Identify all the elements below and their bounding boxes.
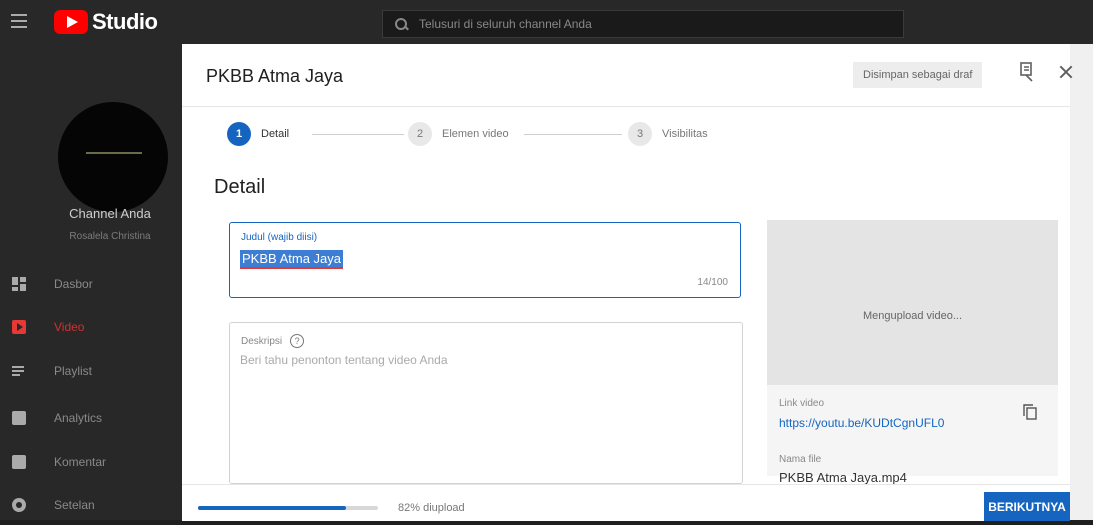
description-field-label: Deskripsi ?: [241, 334, 305, 348]
sidebar-item-label: Playlist: [54, 364, 93, 378]
draft-status-badge: Disimpan sebagai draf: [853, 62, 983, 88]
close-icon[interactable]: [1056, 62, 1076, 82]
description-input[interactable]: Beri tahu penonton tentang video Anda: [240, 353, 448, 367]
background-content: [1070, 44, 1093, 520]
sidebar-item-label: Dasbor: [54, 277, 93, 291]
next-button[interactable]: BERIKUTNYA: [984, 492, 1070, 521]
upload-status: Mengupload video...: [862, 310, 963, 322]
sidebar-item-dasbor[interactable]: Dasbor: [0, 264, 182, 304]
title-field-label: Judul (wajib diisi): [241, 232, 318, 243]
step-connector: [312, 134, 404, 135]
step-visibilitas[interactable]: 3 Visibilitas: [628, 122, 708, 146]
title-field[interactable]: Judul (wajib diisi) PKBB Atma Jaya 14/10…: [229, 222, 741, 298]
sidebar-item-label: Analytics: [54, 411, 103, 425]
sidebar-item-analytics[interactable]: Analytics: [0, 398, 182, 438]
menu-icon[interactable]: [11, 14, 27, 28]
sidebar-item-setelan[interactable]: Setelan: [0, 485, 182, 525]
dialog-title: PKBB Atma Jaya: [206, 66, 344, 86]
step-number: 1: [227, 122, 251, 146]
dialog-footer: 82% diupload BERIKUTNYA: [182, 484, 1070, 521]
title-input[interactable]: PKBB Atma Jaya: [240, 250, 343, 269]
search-input[interactable]: Telusuri di seluruh channel Anda: [419, 17, 592, 31]
sidebar-item-komentar[interactable]: Komentar: [0, 442, 182, 482]
youtube-play-icon: [54, 10, 88, 34]
search-bar[interactable]: Telusuri di seluruh channel Anda: [382, 10, 904, 38]
comment-icon: [12, 455, 26, 469]
sidebar-item-label: Setelan: [54, 498, 95, 512]
upload-progress-bar: [198, 506, 378, 510]
video-preview: Mengupload video...: [767, 220, 1058, 385]
character-counter: 14/100: [697, 277, 728, 288]
video-icon: [12, 320, 26, 334]
help-icon[interactable]: ?: [290, 334, 305, 348]
feedback-icon[interactable]: [1020, 62, 1034, 82]
upload-progress-fill: [198, 506, 346, 510]
description-label-text: Deskripsi: [241, 335, 283, 347]
dashboard-icon: [12, 277, 26, 291]
description-field[interactable]: Deskripsi ? Beri tahu penonton tentang v…: [229, 322, 743, 484]
video-link-label: Link video: [779, 398, 825, 409]
top-bar: Studio Telusuri di seluruh channel Anda: [0, 0, 1093, 44]
step-label: Visibilitas: [662, 128, 708, 140]
channel-avatar[interactable]: [58, 102, 168, 212]
step-connector: [524, 134, 622, 135]
sidebar-item-label: Komentar: [54, 455, 107, 469]
step-number: 3: [628, 122, 652, 146]
studio-logo[interactable]: Studio: [54, 9, 158, 35]
upload-progress-text: 82% diupload: [398, 502, 465, 514]
logo-text: Studio: [92, 9, 158, 34]
analytics-icon: [12, 411, 26, 425]
sidebar: Channel Anda Rosalela Christina Dasbor V…: [0, 44, 182, 520]
step-label: Detail: [261, 128, 290, 140]
copy-icon[interactable]: [1023, 404, 1037, 420]
step-elemen-video[interactable]: 2 Elemen video: [408, 122, 509, 146]
step-detail[interactable]: 1 Detail: [227, 122, 289, 146]
search-icon: [395, 18, 407, 30]
file-name: PKBB Atma Jaya.mp4: [779, 470, 907, 485]
settings-icon: [12, 498, 26, 512]
sidebar-item-playlist[interactable]: Playlist: [0, 351, 182, 391]
header-divider: [182, 106, 1070, 107]
sidebar-item-video[interactable]: Video: [0, 307, 182, 347]
file-name-label: Nama file: [779, 454, 822, 465]
section-heading: Detail: [214, 176, 266, 198]
step-label: Elemen video: [442, 128, 509, 140]
sidebar-item-label: Video: [54, 320, 85, 334]
video-link[interactable]: https://youtu.be/KUDtCgnUFL0: [779, 416, 944, 430]
playlist-icon: [12, 364, 26, 378]
upload-dialog: PKBB Atma Jaya Disimpan sebagai draf 1 D…: [182, 44, 1070, 521]
step-number: 2: [408, 122, 432, 146]
video-preview-panel: Mengupload video... Link video https://y…: [767, 220, 1058, 485]
